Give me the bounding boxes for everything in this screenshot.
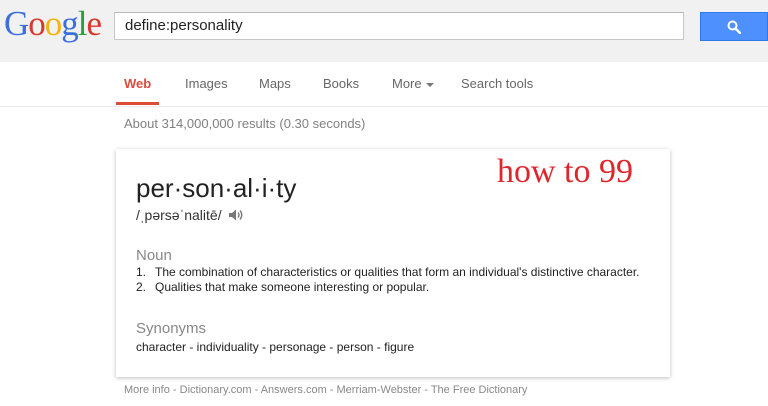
- definition-number: 2.: [136, 280, 147, 294]
- logo-letter: G: [4, 4, 29, 43]
- search-icon: [727, 20, 741, 34]
- header-bar: Google define:personality: [0, 0, 768, 63]
- more-info-links[interactable]: More info - Dictionary.com - Answers.com…: [124, 384, 527, 396]
- tab-books[interactable]: Books: [323, 76, 359, 105]
- pronunciation: /ˌpərsəˈnalitē/: [136, 207, 244, 223]
- tab-web[interactable]: Web: [116, 76, 160, 105]
- definition-card: per·son·al·i·ty how to 99 /ˌpərsəˈnalitē…: [116, 149, 670, 377]
- result-stats: About 314,000,000 results (0.30 seconds): [124, 116, 366, 131]
- tab-more[interactable]: More: [392, 76, 434, 105]
- search-input[interactable]: define:personality: [114, 12, 684, 40]
- tab-label: Books: [323, 76, 360, 91]
- definition-list: 1. The combination of characteristics or…: [136, 265, 646, 295]
- headword: per·son·al·i·ty: [136, 173, 297, 203]
- search-button[interactable]: [700, 12, 768, 41]
- definition-text: The combination of characteristics or qu…: [155, 265, 640, 279]
- part-of-speech: Noun: [136, 247, 172, 264]
- overlay-caption: how to 99: [497, 153, 633, 190]
- caret-down-icon: [425, 82, 434, 87]
- definition-item: 2. Qualities that make someone interesti…: [136, 280, 646, 295]
- logo-letter: g: [61, 4, 78, 43]
- synonyms-label: Synonyms: [136, 320, 207, 337]
- logo-letter: l: [77, 4, 88, 43]
- tab-label: Images: [185, 76, 228, 91]
- tab-maps[interactable]: Maps: [259, 76, 291, 105]
- speaker-icon[interactable]: [228, 208, 244, 222]
- tab-label: Maps: [259, 76, 291, 91]
- pronunciation-text: /ˌpərsəˈnalitē/: [136, 207, 222, 223]
- logo-letter: o: [44, 4, 62, 43]
- definition-item: 1. The combination of characteristics or…: [136, 265, 646, 280]
- tab-images[interactable]: Images: [185, 76, 228, 105]
- tab-search-tools[interactable]: Search tools: [461, 76, 533, 105]
- tab-label: Web: [124, 76, 152, 91]
- search-tabs: Web Images Maps Books More Search tools: [0, 62, 768, 107]
- logo-letter: o: [28, 4, 45, 43]
- logo-letter: e: [86, 4, 103, 43]
- tab-label: Search tools: [461, 76, 534, 91]
- google-logo[interactable]: Google: [4, 4, 103, 44]
- synonyms-list: character - individuality - personage - …: [136, 340, 415, 354]
- definition-text: Qualities that make someone interesting …: [155, 280, 430, 294]
- definition-number: 1.: [136, 265, 147, 279]
- tab-label: More: [392, 76, 422, 91]
